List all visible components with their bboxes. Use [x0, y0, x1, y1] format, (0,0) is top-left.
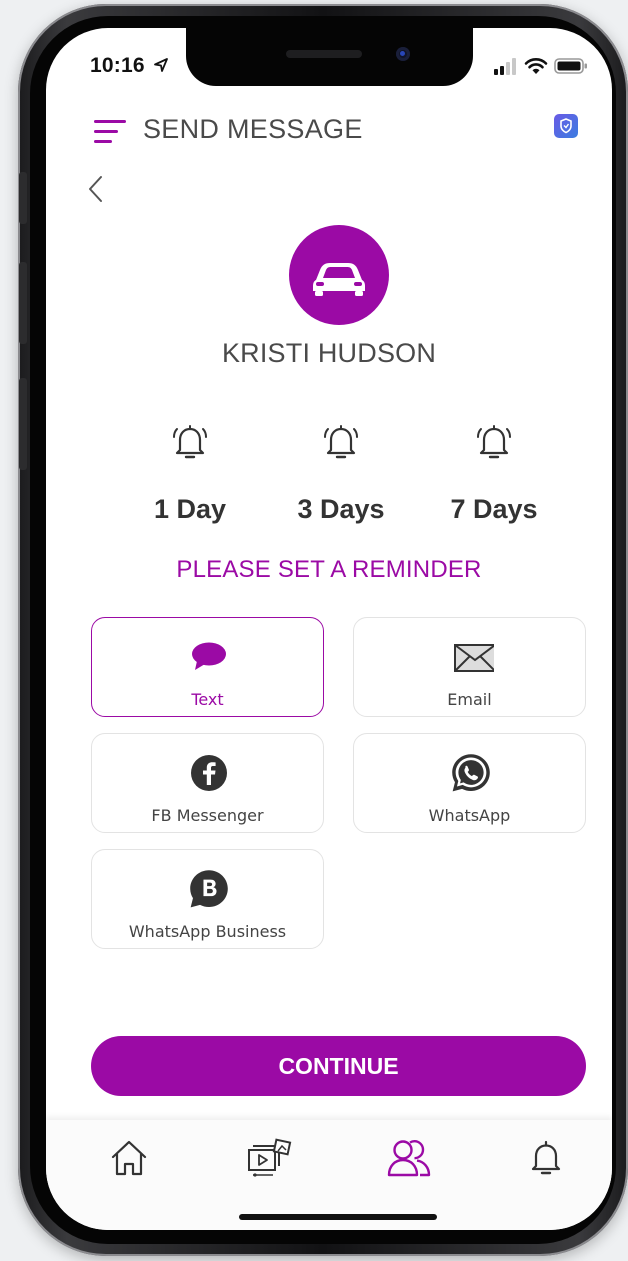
home-icon	[111, 1140, 147, 1176]
tab-contacts[interactable]	[386, 1138, 432, 1178]
app-screen: 10:16 SEND MESSAGE KRISTI HUDSON 1 Day 3…	[46, 28, 612, 1230]
status-time: 10:16	[90, 54, 169, 78]
bell-icon	[324, 425, 358, 459]
wifi-icon	[524, 58, 548, 74]
signal-icon	[494, 58, 516, 75]
bell-icon	[173, 425, 207, 459]
set-reminder-prompt: PLEASE SET A REMINDER	[176, 556, 482, 583]
reminder-label: 3 Days	[297, 494, 385, 524]
option-whatsapp-business[interactable]: WhatsApp Business	[91, 849, 324, 949]
option-label: FB Messenger	[151, 806, 264, 825]
media-icon	[248, 1138, 292, 1177]
home-indicator[interactable]	[239, 1214, 437, 1220]
tab-home[interactable]	[109, 1138, 149, 1178]
car-icon	[313, 263, 365, 296]
notch	[186, 28, 473, 86]
reminder-7-days[interactable]: 7 Days	[434, 418, 554, 548]
option-text[interactable]: Text	[91, 617, 324, 717]
menu-icon[interactable]	[94, 120, 126, 144]
app-header: SEND MESSAGE	[46, 108, 612, 152]
option-label: Text	[191, 690, 224, 709]
bell-icon	[531, 1140, 561, 1175]
contacts-icon	[387, 1139, 431, 1177]
status-time-text: 10:16	[90, 54, 145, 77]
avatar	[289, 225, 389, 325]
battery-icon	[554, 58, 587, 74]
whatsapp-icon	[452, 754, 490, 792]
option-label: WhatsApp Business	[128, 922, 287, 941]
option-fb-messenger[interactable]: FB Messenger	[91, 733, 324, 833]
chat-bubble-icon	[192, 642, 226, 670]
shield-badge-icon[interactable]	[554, 114, 578, 138]
contact-name: KRISTI HUDSON	[221, 338, 437, 368]
facebook-icon	[191, 755, 227, 791]
reminder-3-days[interactable]: 3 Days	[281, 418, 401, 548]
reminder-label: 7 Days	[450, 494, 538, 524]
earpiece	[286, 50, 362, 58]
option-label: WhatsApp	[428, 806, 511, 825]
front-camera	[396, 47, 410, 61]
reminder-1-day[interactable]: 1 Day	[130, 418, 250, 548]
option-label: Email	[447, 690, 492, 709]
side-button-volume-down	[19, 378, 27, 470]
bell-icon	[477, 425, 511, 459]
reminder-label: 1 Day	[153, 494, 227, 524]
side-button-volume-up	[19, 262, 27, 344]
envelope-icon	[454, 644, 494, 672]
tab-notifications[interactable]	[526, 1138, 566, 1178]
back-chevron-icon[interactable]	[86, 174, 106, 204]
continue-button[interactable]: CONTINUE	[91, 1036, 586, 1096]
location-arrow-icon	[153, 58, 168, 72]
whatsapp-business-icon	[190, 870, 228, 908]
status-icons	[494, 56, 594, 76]
option-email[interactable]: Email	[353, 617, 586, 717]
option-whatsapp[interactable]: WhatsApp	[353, 733, 586, 833]
side-button-silent	[19, 172, 27, 224]
tab-media[interactable]	[245, 1138, 295, 1178]
page-title: SEND MESSAGE	[143, 114, 363, 144]
